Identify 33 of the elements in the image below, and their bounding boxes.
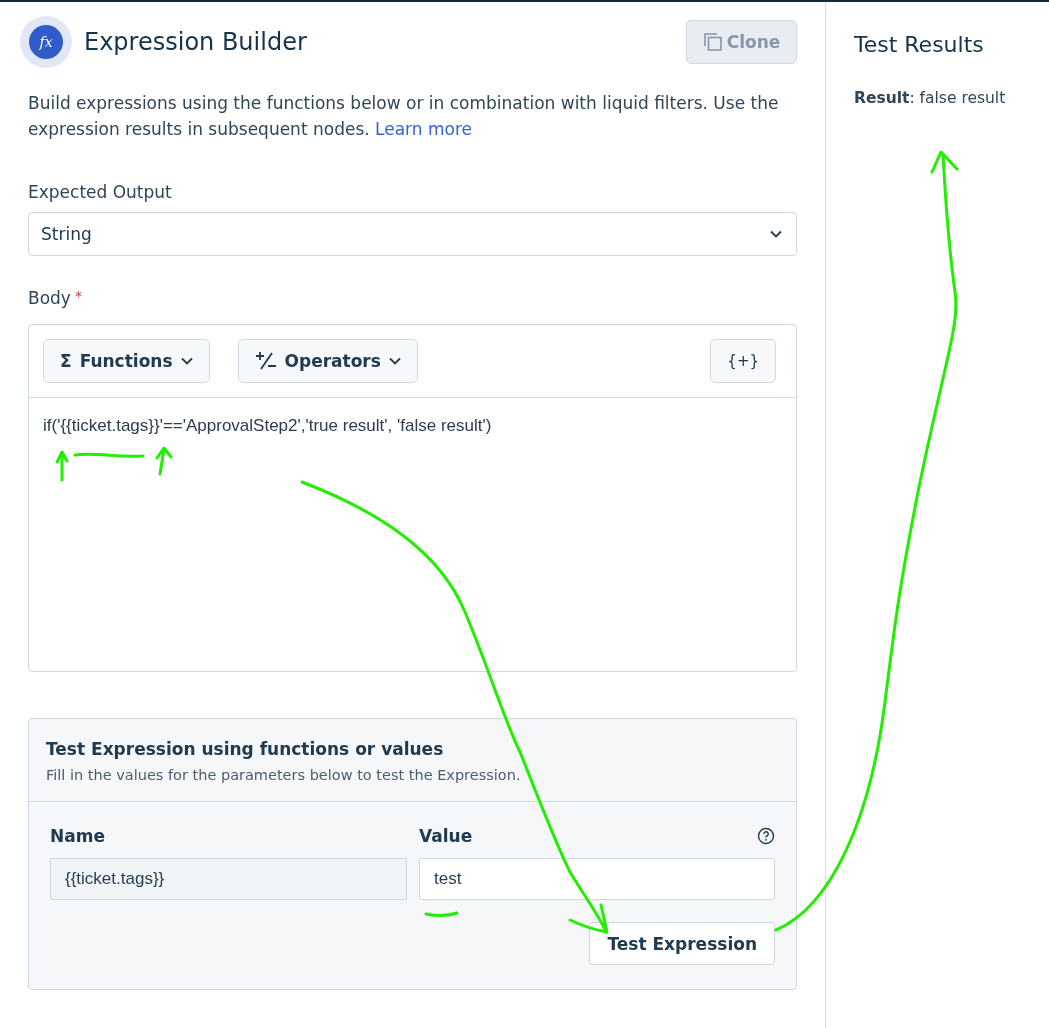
- copy-icon: [702, 32, 723, 52]
- test-subtitle: Fill in the values for the parameters below to test the Expression.: [46, 767, 522, 783]
- dropdown-button[interactable]: Operators: [237, 339, 418, 383]
- plus-minus-icon: [254, 351, 277, 371]
- name-field[interactable]: {{ticket.tags}}: [50, 858, 407, 900]
- learn-more-link[interactable]: Learn more: [375, 119, 472, 139]
- expression-editor[interactable]: Σ Functions Operators {+} if('{{ticket.tags}}'=='ApprovalStep2','true result', 'false result'): [28, 324, 797, 672]
- sigma-icon: Σ: [60, 351, 72, 371]
- description-text: Build expressions using the functions below or in combination with liquid filters. Use the expression results in subsequent nodes. Learn more: [28, 92, 780, 141]
- dropdown-button[interactable]: Σ Functions: [43, 339, 210, 383]
- test-expression-button[interactable]: Test Expression: [589, 922, 775, 965]
- chevron-down-icon: [180, 357, 193, 365]
- help-icon[interactable]: [757, 827, 775, 845]
- test-title: Test Expression using functions or values: [46, 739, 445, 759]
- chevron-down-icon: [388, 357, 401, 365]
- results-title: Test Results: [854, 32, 985, 57]
- annotation-arrow: [155, 446, 173, 476]
- chevron-down-icon: [770, 230, 782, 238]
- page-title: Expression Builder: [84, 28, 307, 56]
- expression-text: if('{{ticket.tags}}'=='ApprovalStep2','true result', 'false result'): [42, 415, 493, 437]
- field-label: Expected Output: [28, 182, 173, 202]
- required-mark: *: [74, 288, 82, 304]
- insert-variable-button[interactable]: {+}: [710, 339, 776, 383]
- column-header: Name: [50, 826, 106, 846]
- annotation-underline: [424, 911, 459, 917]
- annotation-arrow: [55, 450, 69, 482]
- value-field[interactable]: test: [419, 858, 775, 900]
- field-label: Body: [28, 288, 71, 308]
- function-icon: fx: [29, 25, 63, 59]
- result-text: Result: false result: [854, 89, 1007, 107]
- output-select[interactable]: String: [28, 212, 797, 256]
- annotation-underline: [73, 452, 145, 458]
- column-header: Value: [419, 826, 473, 846]
